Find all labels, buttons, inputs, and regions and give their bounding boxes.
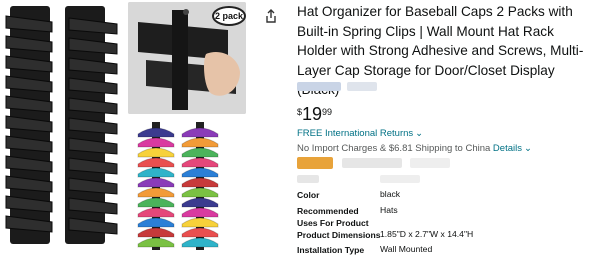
spec-value: black: [380, 189, 401, 199]
baseball-cap: [137, 237, 175, 248]
blurred-option: [297, 175, 319, 183]
baseball-cap: [137, 207, 175, 218]
baseball-cap: [137, 177, 175, 188]
spec-key: Recommended Uses For Product: [297, 206, 369, 228]
chevron-down-icon: ⌄: [523, 143, 532, 154]
product-image-gallery[interactable]: 2 pack: [0, 0, 258, 255]
share-icon[interactable]: [263, 8, 279, 24]
shipping-text: No Import Charges & $6.81 Shipping to Ch…: [297, 143, 491, 154]
baseball-cap: [181, 157, 219, 168]
price: $1999: [297, 104, 332, 124]
baseball-cap: [137, 197, 175, 208]
baseball-cap: [181, 147, 219, 158]
baseball-cap: [137, 147, 175, 158]
blurred-rating: [297, 82, 341, 91]
spec-value: 1.85"D x 2.7"W x 14.4"H: [380, 229, 474, 239]
free-returns-link[interactable]: FREE International Returns ⌄: [297, 128, 423, 139]
price-whole: 19: [302, 104, 323, 124]
baseball-cap: [181, 197, 219, 208]
baseball-cap: [137, 217, 175, 228]
baseball-cap: [137, 227, 175, 238]
caps-on-rack-image[interactable]: [134, 122, 222, 250]
baseball-cap: [137, 187, 175, 198]
chevron-down-icon: ⌄: [415, 128, 424, 139]
spec-value: Wall Mounted: [380, 244, 433, 254]
spec-key: Product Dimensions: [297, 230, 381, 240]
price-fraction: 99: [322, 107, 333, 117]
blurred-deal-text-2: [410, 158, 450, 168]
baseball-cap: [137, 157, 175, 168]
shipping-details-link[interactable]: Details: [493, 143, 522, 154]
spec-key: Color: [297, 190, 320, 200]
product-title: Hat Organizer for Baseball Caps 2 Packs …: [297, 4, 584, 97]
blurred-deal-badge: [297, 157, 333, 169]
blurred-rating-count: [347, 82, 377, 91]
two-pack-badge: 2 pack: [212, 6, 246, 26]
returns-label: FREE International Returns: [297, 128, 414, 139]
blurred-deal-text: [342, 158, 402, 168]
baseball-cap: [137, 127, 175, 138]
baseball-cap: [181, 237, 219, 248]
spec-key: Installation Type: [297, 245, 365, 255]
hat-rack-image-side[interactable]: [63, 6, 121, 246]
price-currency: $: [297, 107, 303, 117]
blurred-option-2: [380, 175, 420, 183]
product-details: Hat Organizer for Baseball Caps 2 Packs …: [297, 0, 597, 100]
baseball-cap: [137, 137, 175, 148]
baseball-cap: [181, 137, 219, 148]
hat-rack-image-front[interactable]: [2, 6, 60, 246]
shipping-info: No Import Charges & $6.81 Shipping to Ch…: [297, 143, 532, 154]
baseball-cap: [181, 167, 219, 178]
baseball-cap: [181, 187, 219, 198]
baseball-cap: [181, 127, 219, 138]
spec-value: Hats: [380, 205, 398, 215]
baseball-cap: [181, 177, 219, 188]
baseball-cap: [181, 207, 219, 218]
baseball-cap: [181, 217, 219, 228]
baseball-cap: [181, 227, 219, 238]
baseball-cap: [137, 167, 175, 178]
